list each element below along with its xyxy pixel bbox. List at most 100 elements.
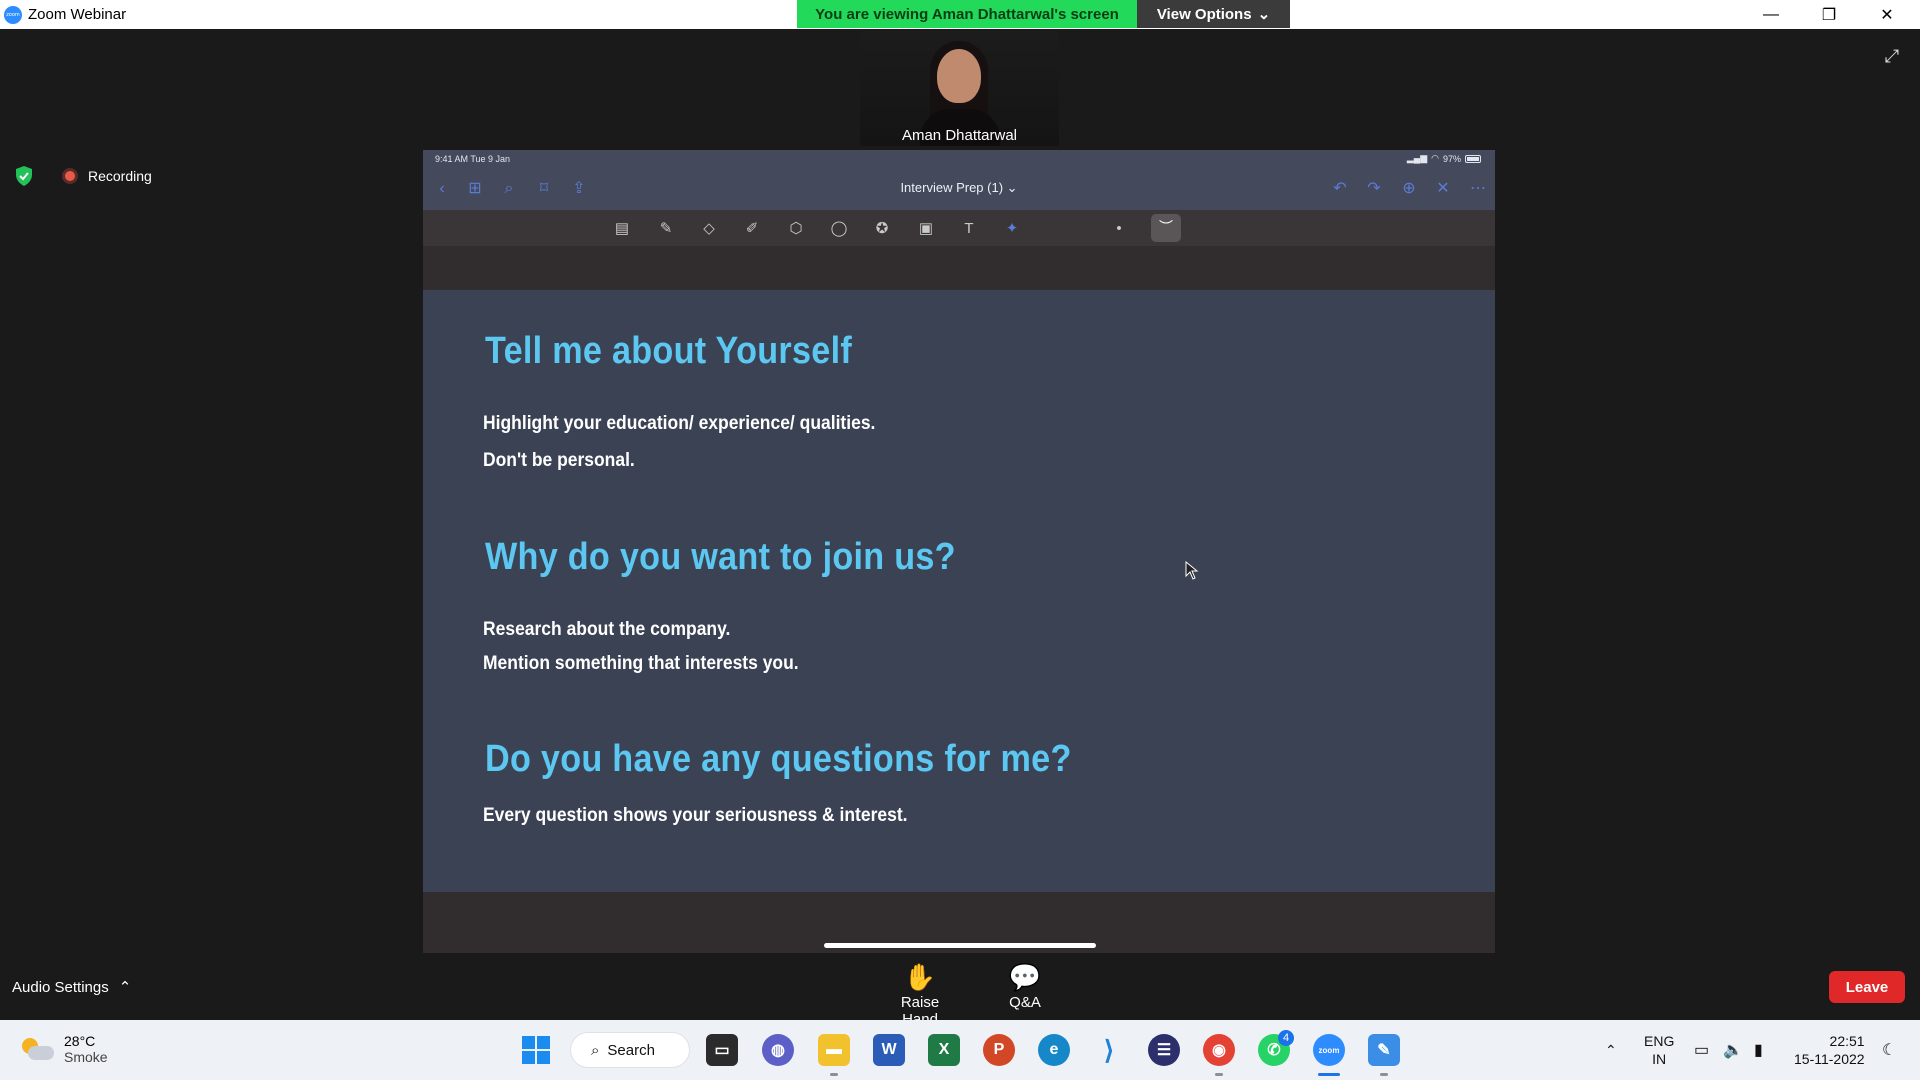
security-shield-icon: [16, 166, 32, 186]
file-explorer-icon[interactable]: ▬: [818, 1034, 850, 1066]
close-doc-icon: ✕: [1436, 180, 1450, 197]
text-dont-personal: Don't be personal.: [483, 450, 635, 471]
text-highlight: Highlight your education/ experience/ qu…: [483, 413, 876, 434]
more-icon: ⋯: [1470, 180, 1486, 197]
heading-tell-me: Tell me about Yourself: [485, 330, 853, 372]
excel-icon[interactable]: X: [928, 1034, 960, 1066]
title-bar: zoom Zoom Webinar You are viewing Aman D…: [0, 0, 1920, 29]
start-button[interactable]: [520, 1034, 552, 1066]
whiteboard-icon[interactable]: ✎: [1368, 1034, 1400, 1066]
fullscreen-icon[interactable]: ⤢: [1882, 46, 1902, 66]
sticker-tool-icon: ✪: [875, 220, 889, 237]
app-title-area: zoom Zoom Webinar: [4, 0, 126, 29]
note-page: Tell me about Yourself Highlight your ed…: [423, 290, 1495, 892]
weather-temp: 28°C: [64, 1033, 96, 1049]
whatsapp-badge: 4: [1278, 1030, 1294, 1046]
windows-logo-icon: [522, 1036, 550, 1064]
text-tool-icon: T: [964, 220, 974, 237]
battery-icon[interactable]: ▮: [1754, 1020, 1763, 1080]
shared-screen: 9:41 AM Tue 9 Jan ▂▄▆ ◠ 97% ‹ ⊞ ⌕ ⌑ ⇪ In…: [423, 150, 1495, 953]
chevron-up-icon: ⌃: [118, 979, 132, 996]
clock[interactable]: 22:51 15-11-2022: [1794, 1020, 1865, 1080]
lasso-tool-icon: ◯: [830, 220, 848, 237]
taskbar-search-label: Search: [607, 1041, 655, 1059]
recording-label: Recording: [88, 168, 152, 184]
network-icon[interactable]: ▭: [1694, 1020, 1709, 1080]
text-every-question: Every question shows your seriousness & …: [483, 805, 908, 826]
language-indicator[interactable]: ENG IN: [1644, 1020, 1674, 1080]
recording-indicator: Recording: [14, 165, 152, 187]
view-options-label: View Options: [1156, 5, 1252, 23]
shapes-tool-icon: ⬡: [789, 220, 803, 237]
ipad-status-right: ▂▄▆ ◠ 97%: [1407, 153, 1481, 164]
signal-icon: ▂▄▆: [1406, 153, 1428, 163]
eraser-tool-icon: ◇: [703, 220, 715, 237]
lang-secondary: IN: [1652, 1051, 1667, 1067]
undo-icon: ↶: [1333, 180, 1347, 197]
ipad-home-indicator: [824, 943, 1096, 948]
view-options-button[interactable]: View Options ⌄: [1137, 0, 1290, 28]
notifications-icon[interactable]: ☾: [1882, 1020, 1896, 1080]
chevron-down-icon: ⌄: [1006, 180, 1018, 195]
lang-primary: ENG: [1644, 1033, 1675, 1049]
laser-tool-icon: ✦: [1005, 220, 1019, 237]
speaker-name: Aman Dhattarwal: [901, 127, 1018, 144]
word-icon[interactable]: W: [873, 1034, 905, 1066]
qa-button[interactable]: 💬 Q&A: [1000, 960, 1050, 1011]
edge-icon[interactable]: e: [1038, 1034, 1070, 1066]
weather-cloud-icon: [22, 1038, 54, 1060]
restore-button[interactable]: ❐: [1800, 0, 1858, 29]
eclipse-icon[interactable]: ☰: [1148, 1034, 1180, 1066]
add-page-icon: ⊕: [1402, 180, 1416, 197]
task-view-icon[interactable]: ▭: [706, 1034, 738, 1066]
minimize-button[interactable]: —: [1742, 0, 1800, 29]
pen-tool-icon: ✎: [659, 220, 673, 237]
recording-dot-icon: [62, 168, 78, 184]
battery-icon: [1465, 154, 1481, 163]
ipad-nav-bar: ‹ ⊞ ⌕ ⌑ ⇪ Interview Prep (1) ⌄ ↶ ↷ ⊕ ✕ ⋯: [423, 168, 1495, 210]
text-mention: Mention something that interests you.: [483, 653, 799, 674]
tray-overflow-icon[interactable]: ⌃: [1605, 1020, 1617, 1080]
zoom-logo-icon: zoom: [4, 5, 22, 24]
heading-why-join: Why do you want to join us?: [485, 536, 956, 578]
hand-icon: ✋: [903, 962, 937, 992]
window-title: Zoom Webinar: [28, 6, 127, 23]
search-icon: ⌕: [591, 1041, 600, 1059]
battery-percent: 97%: [1442, 153, 1461, 164]
weather-widget[interactable]: 28°C Smoke: [22, 1033, 108, 1065]
speaker-face: [937, 49, 981, 103]
heading-questions: Do you have any questions for me?: [485, 738, 1072, 780]
powerpoint-icon[interactable]: P: [983, 1034, 1015, 1066]
volume-icon[interactable]: 🔈: [1723, 1020, 1743, 1080]
raise-hand-button[interactable]: ✋ Raise Hand: [881, 960, 959, 1028]
running-indicator: [1380, 1073, 1388, 1076]
sidebar-tool-icon: ▤: [614, 220, 630, 237]
chrome-icon[interactable]: ◉: [1203, 1034, 1235, 1066]
running-indicator: [1215, 1073, 1223, 1076]
image-tool-icon: ▣: [918, 220, 934, 237]
active-indicator: [1318, 1073, 1340, 1076]
dot-size-icon: •: [1116, 220, 1122, 237]
chevron-down-icon: ⌄: [1257, 6, 1271, 23]
redo-icon: ↷: [1367, 180, 1381, 197]
highlighter-tool-icon: ✐: [745, 220, 759, 237]
taskbar-search[interactable]: ⌕ Search: [570, 1032, 690, 1068]
clock-time: 22:51: [1829, 1033, 1865, 1049]
mouse-cursor-icon: [1185, 561, 1199, 580]
wifi-icon: ◠: [1431, 153, 1439, 163]
chat-bubbles-icon: 💬: [1008, 962, 1042, 992]
ipad-status-bar: 9:41 AM Tue 9 Jan ▂▄▆ ◠ 97%: [423, 150, 1495, 168]
text-research: Research about the company.: [483, 619, 731, 640]
document-title-text: Interview Prep (1): [900, 180, 1004, 195]
ipad-time: 9:41 AM Tue 9 Jan: [435, 154, 511, 164]
speaker-video-tile[interactable]: Aman Dhattarwal: [860, 31, 1059, 146]
audio-settings-label: Audio Settings: [12, 978, 109, 996]
close-button[interactable]: ✕: [1858, 0, 1916, 29]
vscode-icon[interactable]: ⟩: [1093, 1034, 1125, 1066]
leave-button[interactable]: Leave: [1829, 971, 1905, 1003]
zoom-taskbar-icon[interactable]: zoom: [1313, 1034, 1345, 1066]
windows-taskbar: 28°C Smoke ⌕ Search ▭ ◍ ▬ W X P e ⟩ ☰ ◉ …: [0, 1020, 1920, 1080]
audio-settings-button[interactable]: Audio Settings ⌃: [12, 978, 132, 997]
teams-chat-icon[interactable]: ◍: [762, 1034, 794, 1066]
running-indicator: [830, 1073, 838, 1076]
